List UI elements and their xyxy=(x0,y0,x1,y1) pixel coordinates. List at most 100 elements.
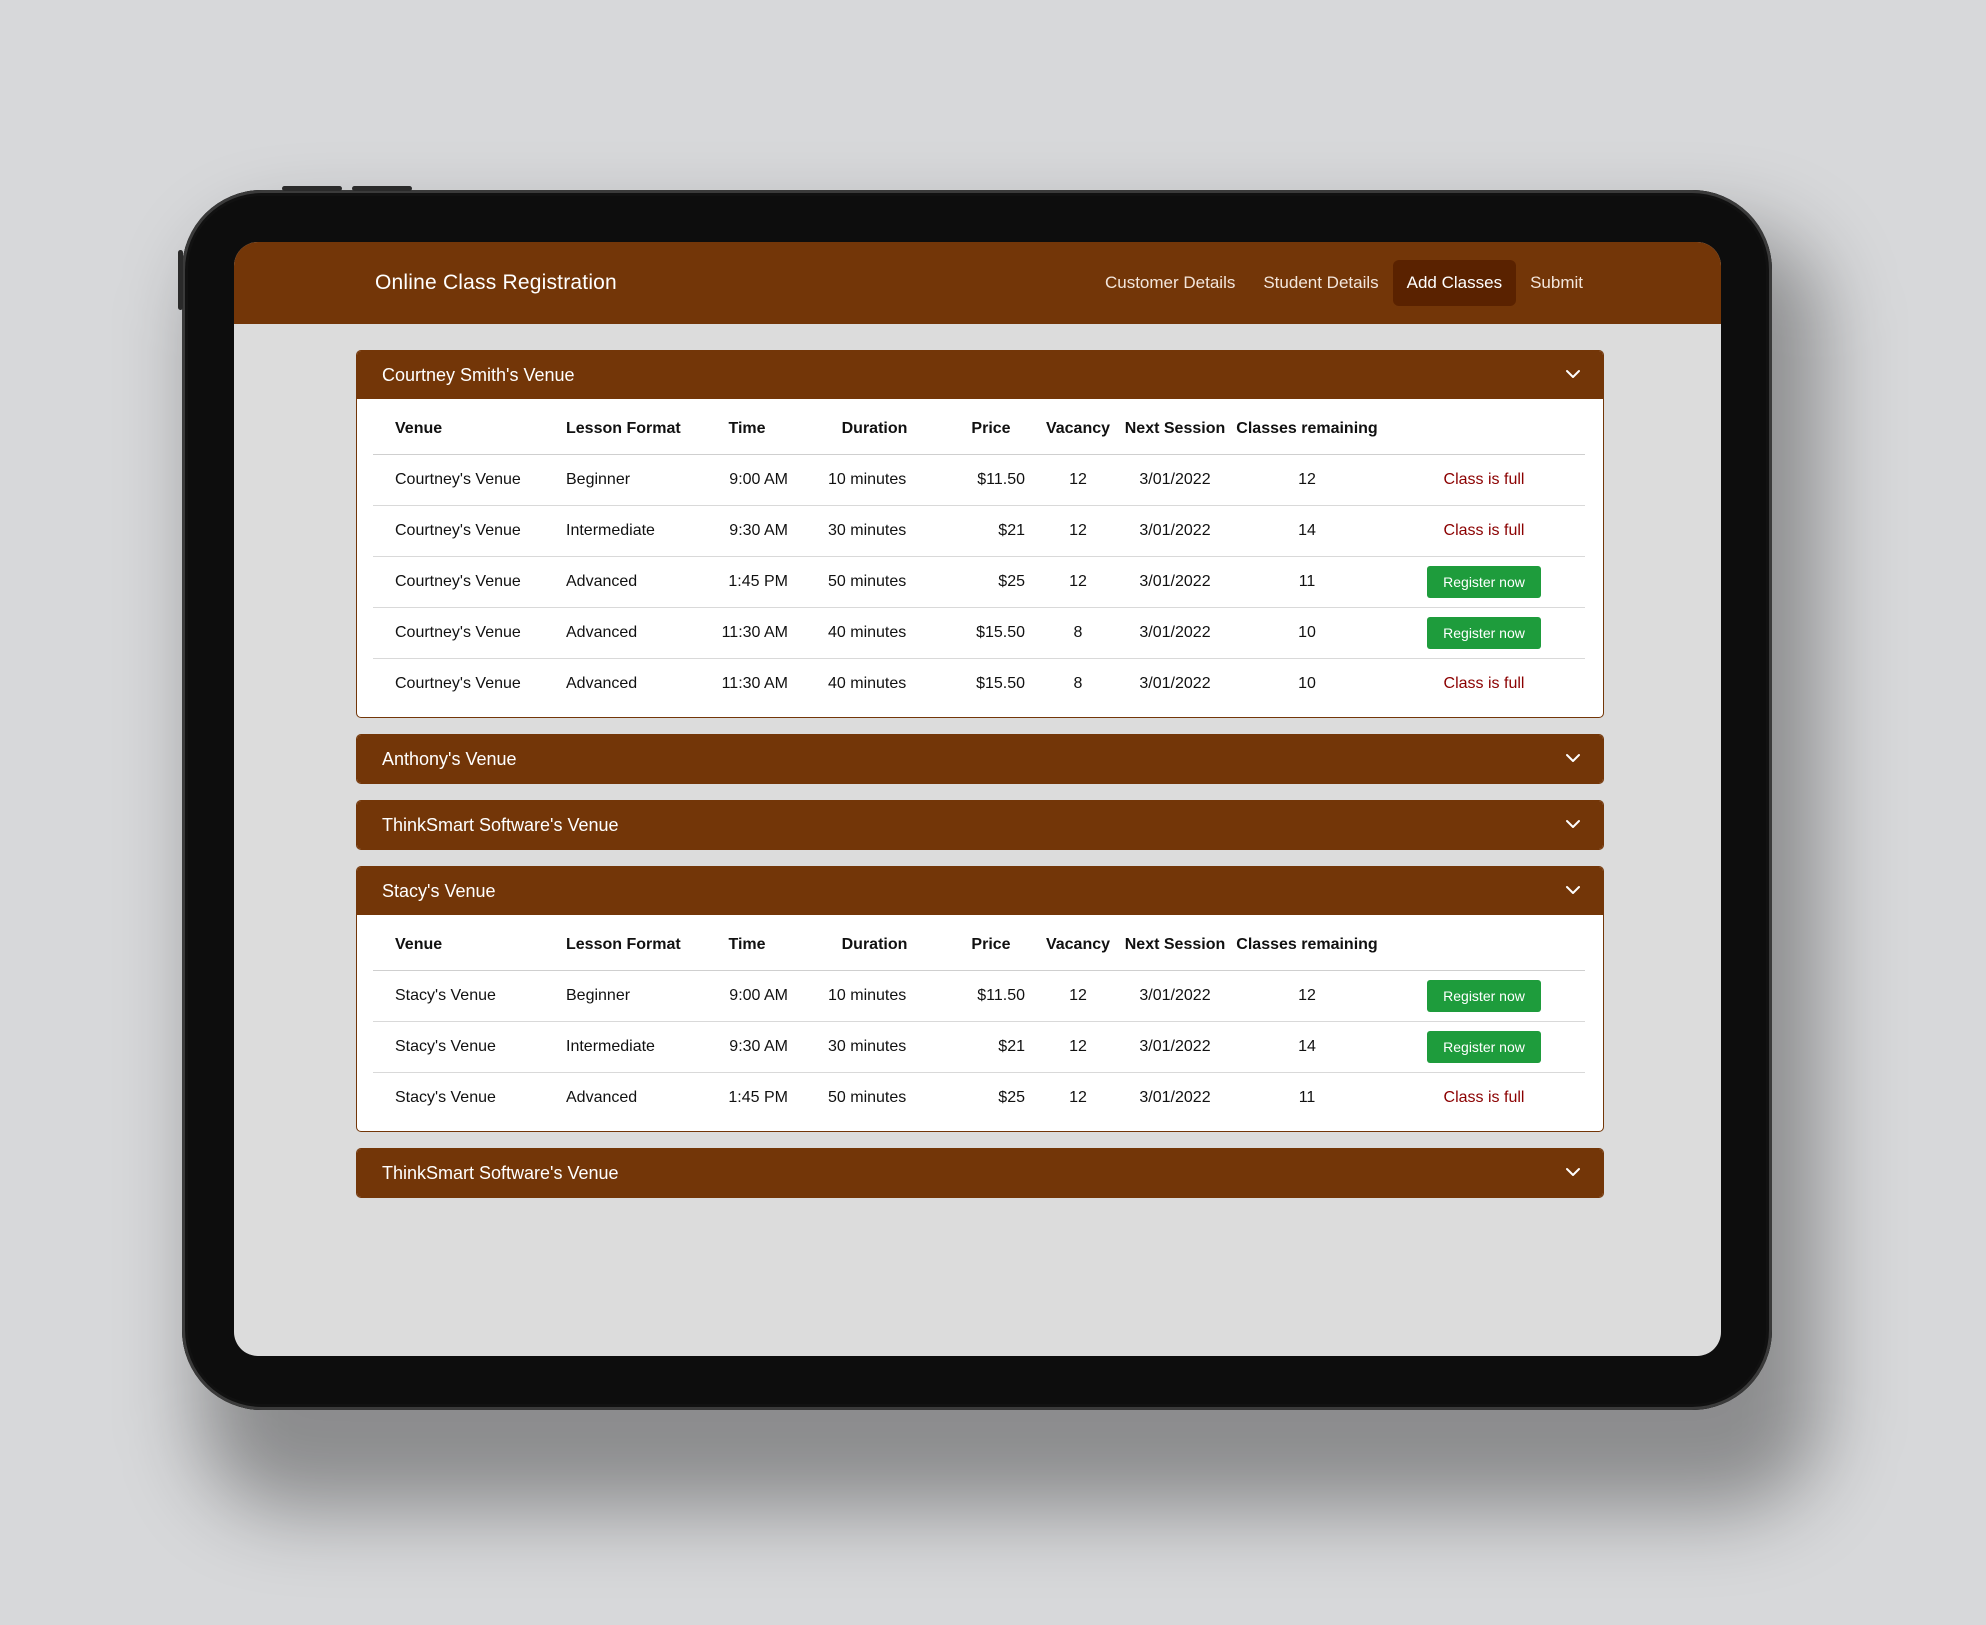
table-row: Courtney's Venue Advanced 1:45 PM 50 minute… xyxy=(373,556,1585,608)
cell-next-session: 3/01/2022 xyxy=(1119,607,1231,659)
cell-vacancy: 12 xyxy=(1037,454,1119,506)
cell-venue: Stacy's Venue xyxy=(373,1021,546,1073)
cell-venue: Courtney's Venue xyxy=(373,505,546,557)
chevron-down-icon xyxy=(1566,886,1580,894)
class-table: Venue Lesson Format Time Duration Price … xyxy=(373,403,1585,709)
register-now-button[interactable]: Register now xyxy=(1427,980,1541,1012)
cell-time: 11:30 AM xyxy=(721,675,788,692)
col-header-classes-remaining: Classes remaining xyxy=(1231,919,1383,971)
venue-panel-title: Courtney Smith's Venue xyxy=(382,365,575,385)
venue-panel-header[interactable]: Courtney Smith's Venue xyxy=(357,351,1603,399)
cell-time: 9:00 AM xyxy=(687,970,806,1022)
nav-submit[interactable]: Submit xyxy=(1516,260,1597,306)
cell-time: 9:30 AM xyxy=(687,1021,806,1073)
col-header-time: Time xyxy=(687,919,806,971)
cell-venue: Courtney's Venue xyxy=(373,556,546,608)
cell-classes-remaining: 12 xyxy=(1231,454,1383,506)
col-header-lesson-format: Lesson Format xyxy=(546,403,687,455)
cell-action: Class is full xyxy=(1383,1073,1585,1124)
cell-action: Register now xyxy=(1383,556,1585,608)
cell-lesson-format: Beginner xyxy=(546,970,687,1022)
cell-next-session: 3/01/2022 xyxy=(1119,454,1231,506)
venue-panel-header[interactable]: ThinkSmart Software's Venue xyxy=(357,1149,1603,1197)
cell-duration: 40 minutes xyxy=(806,607,944,659)
cell-classes-remaining: 11 xyxy=(1231,556,1383,608)
table-row: Stacy's Venue Beginner 9:00 AM 10 minutes $1… xyxy=(373,970,1585,1022)
cell-classes-remaining: 14 xyxy=(1231,505,1383,557)
cell-lesson-format: Advanced xyxy=(546,556,687,608)
cell-lesson-format: Intermediate xyxy=(546,1021,687,1073)
app-title[interactable]: Online Class Registration xyxy=(375,242,617,324)
register-now-button[interactable]: Register now xyxy=(1427,1031,1541,1063)
cell-venue: Courtney's Venue xyxy=(373,454,546,506)
cell-vacancy: 12 xyxy=(1037,556,1119,608)
cell-next-session: 3/01/2022 xyxy=(1119,970,1231,1022)
table-row: Stacy's Venue Advanced 1:45 PM 50 minutes $2… xyxy=(373,1073,1585,1124)
cell-price: $11.50 xyxy=(944,454,1037,506)
cell-lesson-format: Advanced xyxy=(566,1089,638,1106)
table-row: Courtney's Venue Advanced 11:30 AM 40 minut… xyxy=(373,607,1585,659)
cell-action: Register now xyxy=(1383,970,1585,1022)
cell-time: 9:00 AM xyxy=(687,454,806,506)
chevron-down-icon xyxy=(1566,370,1580,378)
venue-panel-header[interactable]: Anthony's Venue xyxy=(357,735,1603,783)
cell-venue: Stacy's Venue xyxy=(373,970,546,1022)
cell-vacancy: 12 xyxy=(1069,1089,1087,1106)
venue-panel-title: ThinkSmart Software's Venue xyxy=(382,815,619,835)
col-header-price: Price xyxy=(944,403,1037,455)
cell-action: Register now xyxy=(1383,1021,1585,1073)
cell-classes-remaining: 10 xyxy=(1231,607,1383,659)
cell-duration: 10 minutes xyxy=(806,454,944,506)
cell-time: 1:45 PM xyxy=(687,556,806,608)
cell-time: 11:30 AM xyxy=(687,607,806,659)
register-now-button[interactable]: Register now xyxy=(1427,566,1541,598)
cell-next-session: 3/01/2022 xyxy=(1119,1021,1231,1073)
cell-lesson-format: Advanced xyxy=(566,675,638,692)
screen: Online Class Registration Customer Detai… xyxy=(234,242,1721,1356)
cell-next-session: 3/01/2022 xyxy=(1119,556,1231,608)
cell-venue: Stacy's Venue xyxy=(395,1089,496,1106)
col-header-venue: Venue xyxy=(373,919,546,971)
col-header-vacancy: Vacancy xyxy=(1037,403,1119,455)
cell-vacancy: 12 xyxy=(1037,505,1119,557)
cell-next-session: 3/01/2022 xyxy=(1139,675,1211,692)
chevron-down-icon xyxy=(1566,1168,1580,1176)
venue-panel-body: Venue Lesson Format Time Duration Price … xyxy=(357,915,1603,1131)
cell-duration: 40 minutes xyxy=(828,675,907,692)
venue-panel-body: Venue Lesson Format Time Duration Price … xyxy=(357,399,1603,717)
venue-panel-header[interactable]: ThinkSmart Software's Venue xyxy=(357,801,1603,849)
col-header-price: Price xyxy=(944,919,1037,971)
volume-button xyxy=(282,186,342,191)
cell-price: $15.50 xyxy=(976,675,1025,692)
cell-next-session: 3/01/2022 xyxy=(1119,505,1231,557)
venue-panel-title: Stacy's Venue xyxy=(382,881,496,901)
chevron-down-icon xyxy=(1566,820,1580,828)
cell-lesson-format: Intermediate xyxy=(546,505,687,557)
cell-vacancy: 12 xyxy=(1037,1021,1119,1073)
table-row: Stacy's Venue Intermediate 9:30 AM 30 minut… xyxy=(373,1021,1585,1073)
col-header-venue: Venue xyxy=(373,403,546,455)
venue-panel-title: ThinkSmart Software's Venue xyxy=(382,1163,619,1183)
nav-add-classes[interactable]: Add Classes xyxy=(1392,260,1517,306)
class-full-label: Class is full xyxy=(1443,1089,1525,1106)
cell-duration: 10 minutes xyxy=(806,970,944,1022)
cell-price: $25 xyxy=(944,556,1037,608)
cell-time: 1:45 PM xyxy=(728,1089,788,1106)
cell-duration: 30 minutes xyxy=(806,505,944,557)
register-now-button[interactable]: Register now xyxy=(1427,617,1541,649)
nav-student-details[interactable]: Student Details xyxy=(1249,260,1392,306)
cell-action: Class is full xyxy=(1383,454,1585,506)
venue-panel: Anthony's Venue xyxy=(356,734,1604,784)
col-header-action xyxy=(1383,403,1585,455)
cell-vacancy: 8 xyxy=(1073,675,1083,692)
cell-classes-remaining: 12 xyxy=(1231,970,1383,1022)
nav-customer-details[interactable]: Customer Details xyxy=(1091,260,1249,306)
venue-panel-title: Anthony's Venue xyxy=(382,749,517,769)
venue-panel-header[interactable]: Stacy's Venue xyxy=(357,867,1603,915)
cell-duration: 50 minutes xyxy=(828,1089,907,1106)
cell-classes-remaining: 11 xyxy=(1298,1089,1316,1106)
table-header-row: Venue Lesson Format Time Duration Price … xyxy=(373,919,1585,971)
col-header-duration: Duration xyxy=(806,403,944,455)
class-full-label: Class is full xyxy=(1443,522,1525,539)
col-header-vacancy: Vacancy xyxy=(1037,919,1119,971)
